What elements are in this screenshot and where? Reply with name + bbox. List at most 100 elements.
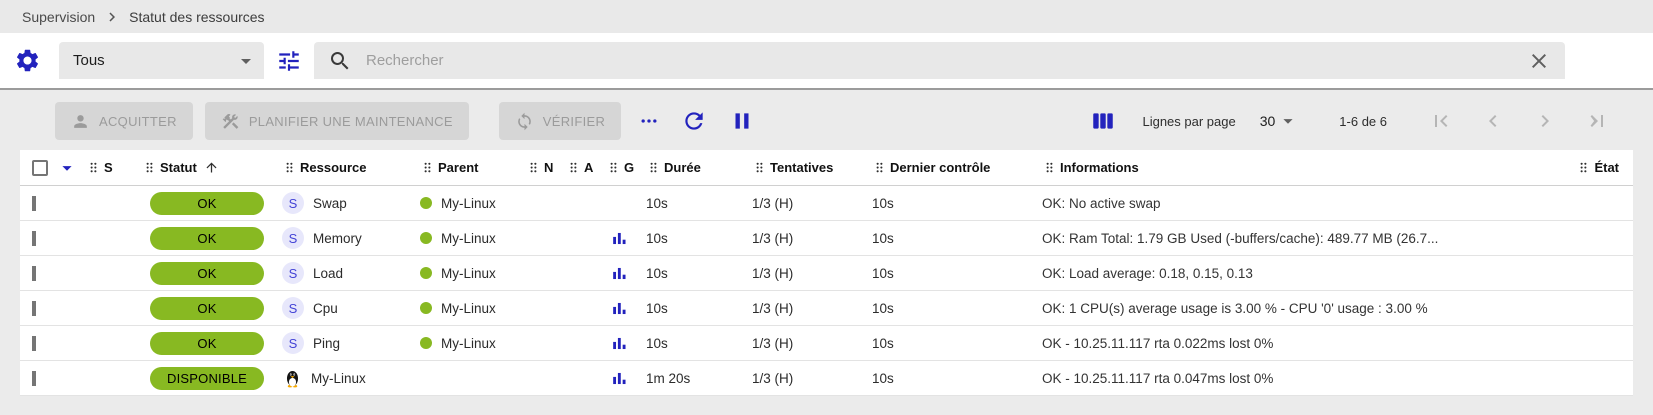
resource-cell[interactable]: S Memory [282,227,420,249]
parent-name: My-Linux [441,196,496,211]
resource-cell[interactable]: S Swap [282,192,420,214]
resource-cell[interactable]: S My-Linux [282,368,420,389]
column-header-informations[interactable]: Informations [1042,159,1493,176]
drag-indicator-icon[interactable] [420,159,435,176]
drag-indicator-icon[interactable] [526,159,541,176]
pagination-bar: Lignes par page 30 1-6 de 6 [1090,108,1623,134]
column-header-ressource[interactable]: Ressource [282,159,420,176]
column-header-duree[interactable]: Durée [646,159,752,176]
selection-menu-caret-icon[interactable] [56,157,78,179]
drag-indicator-icon[interactable] [282,159,297,176]
drag-indicator-icon[interactable] [1042,159,1057,176]
drag-indicator-icon[interactable] [752,159,767,176]
column-header-tentatives[interactable]: Tentatives [752,159,872,176]
table-row[interactable]: OK S Swap My-Linux 10s 1/3 (H) 10s OK: N… [20,186,1633,221]
acknowledge-button[interactable]: ACQUITTER [55,102,193,140]
page-range-label: 1-6 de 6 [1339,114,1387,129]
table-row[interactable]: OK S Ping My-Linux 10s 1/3 (H) 10s OK - … [20,326,1633,361]
graph-icon[interactable] [610,369,629,388]
parent-status-dot [420,267,432,279]
maintenance-icon [221,112,240,131]
row-checkbox[interactable] [32,336,36,351]
more-actions-button[interactable] [639,111,659,131]
check-button-label: VÉRIFIER [543,114,605,129]
select-all-checkbox[interactable] [32,160,48,176]
resource-cell[interactable]: S Load [282,262,420,284]
resource-name: Memory [313,231,362,246]
pause-autorefresh-button[interactable] [729,108,755,134]
table-row[interactable]: OK S Memory My-Linux 10s 1/3 (H) 10s OK:… [20,221,1633,256]
filter-select-value: Tous [73,52,105,69]
graph-icon[interactable] [610,264,629,283]
column-header-g[interactable]: G [606,159,646,176]
gear-icon[interactable] [14,47,41,74]
column-header-n[interactable]: N [526,159,566,176]
breadcrumb-supervision[interactable]: Supervision [22,9,95,25]
status-chip: OK [150,262,264,285]
toolbar: ACQUITTER PLANIFIER UNE MAINTENANCE VÉRI… [0,98,1653,144]
breadcrumb-statut-des-ressources[interactable]: Statut des ressources [129,9,264,25]
row-checkbox[interactable] [32,196,36,211]
close-icon[interactable] [1527,49,1551,73]
table-row[interactable]: DISPONIBLE S My-Linux 1m 20s 1/3 (H) 10s… [20,361,1633,396]
filter-select[interactable]: Tous [59,42,264,79]
tune-filter-icon[interactable] [276,48,302,74]
rows-per-page-select[interactable]: 30 [1260,110,1300,132]
column-header-dernier-controle[interactable]: Dernier contrôle [872,159,1042,176]
parent-cell[interactable]: My-Linux [420,336,526,351]
parent-cell[interactable]: My-Linux [420,266,526,281]
check-button[interactable]: VÉRIFIER [499,102,621,140]
search-field[interactable] [314,42,1565,79]
resource-name: Swap [313,196,347,211]
parent-name: My-Linux [441,231,496,246]
parent-cell[interactable]: My-Linux [420,301,526,316]
graph-icon[interactable] [610,299,629,318]
resource-cell[interactable]: S Cpu [282,297,420,319]
refresh-button[interactable] [681,108,707,134]
drag-indicator-icon[interactable] [142,159,157,176]
row-checkbox[interactable] [32,301,36,316]
last-check-cell: 10s [872,231,1042,246]
drag-indicator-icon[interactable] [86,159,101,176]
first-page-button[interactable] [1429,109,1453,133]
drag-indicator-icon[interactable] [872,159,887,176]
service-icon: S [282,262,304,284]
column-header-statut[interactable]: Statut [142,159,282,176]
row-checkbox[interactable] [32,266,36,281]
chevron-down-icon [1277,110,1299,132]
plan-maintenance-button[interactable]: PLANIFIER UNE MAINTENANCE [205,102,469,140]
column-header-severity[interactable]: S [86,159,142,176]
row-checkbox[interactable] [32,371,36,386]
column-header-a[interactable]: A [566,159,606,176]
next-page-button[interactable] [1533,109,1557,133]
refresh-icon [681,108,707,134]
row-checkbox[interactable] [32,231,36,246]
parent-cell[interactable]: My-Linux [420,196,526,211]
duration-cell: 10s [646,301,752,316]
drag-indicator-icon[interactable] [1576,159,1591,176]
graph-cell [606,334,646,353]
table-row[interactable]: OK S Load My-Linux 10s 1/3 (H) 10s OK: L… [20,256,1633,291]
resources-table: S Statut Ressource Parent N A G Durée Te… [20,150,1633,396]
drag-indicator-icon[interactable] [606,159,621,176]
table-row[interactable]: OK S Cpu My-Linux 10s 1/3 (H) 10s OK: 1 … [20,291,1633,326]
previous-page-button[interactable] [1481,109,1505,133]
parent-cell[interactable]: My-Linux [420,231,526,246]
drag-indicator-icon[interactable] [646,159,661,176]
column-header-etat[interactable]: État [1493,159,1633,176]
last-page-button[interactable] [1585,109,1609,133]
last-check-cell: 10s [872,301,1042,316]
resource-cell[interactable]: S Ping [282,332,420,354]
graph-icon[interactable] [610,229,629,248]
resource-name: My-Linux [311,371,366,386]
graph-icon[interactable] [610,334,629,353]
duration-cell: 10s [646,196,752,211]
search-input[interactable] [366,52,1513,69]
column-header-parent[interactable]: Parent [420,159,526,176]
filter-bar: Tous [0,33,1653,90]
status-cell: DISPONIBLE [142,367,282,390]
drag-indicator-icon[interactable] [566,159,581,176]
search-icon [328,49,352,73]
edit-columns-button[interactable] [1090,108,1116,134]
parent-cell[interactable] [420,372,526,384]
